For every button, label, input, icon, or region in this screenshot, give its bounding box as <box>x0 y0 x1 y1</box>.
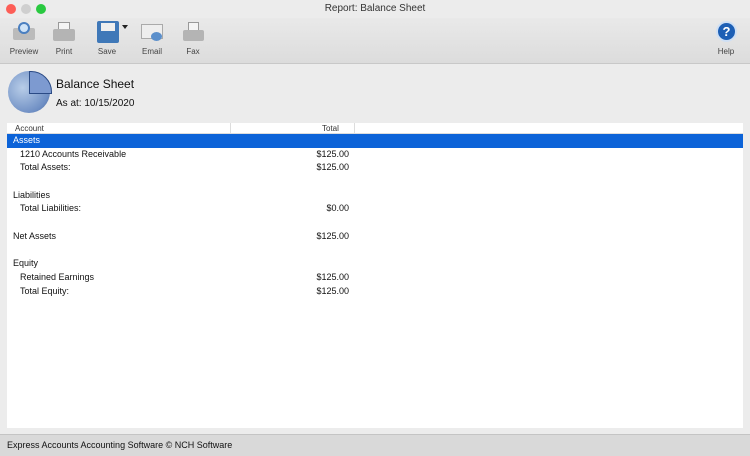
report-table: Account Total Assets 1210 Accounts Receiv… <box>7 123 743 428</box>
table-row[interactable]: Total Liabilities: $0.00 <box>7 202 743 216</box>
title-bar: Report: Balance Sheet <box>0 0 750 18</box>
printer-icon <box>51 20 77 44</box>
chevron-down-icon <box>122 25 128 32</box>
table-row[interactable] <box>7 175 743 189</box>
table-row[interactable] <box>7 216 743 230</box>
table-row[interactable]: Total Equity: $125.00 <box>7 285 743 299</box>
total-cell: $125.00 <box>316 162 349 173</box>
account-cell: Total Equity: <box>20 285 70 296</box>
help-button[interactable]: ? Help <box>706 20 746 56</box>
column-account[interactable]: Account <box>15 124 44 133</box>
total-cell: $125.00 <box>316 271 349 282</box>
close-button[interactable] <box>6 4 16 14</box>
email-button[interactable]: Email <box>132 20 172 56</box>
preview-icon <box>11 20 37 44</box>
table-row[interactable] <box>7 244 743 258</box>
table-row[interactable]: Retained Earnings $125.00 <box>7 271 743 285</box>
table-row[interactable]: Net Assets $125.00 <box>7 230 743 244</box>
column-total[interactable]: Total <box>322 124 339 133</box>
table-row[interactable]: 1210 Accounts Receivable $125.00 <box>7 148 743 162</box>
window-title: Report: Balance Sheet <box>324 3 426 14</box>
table-row[interactable]: Equity <box>7 257 743 271</box>
envelope-icon <box>139 20 165 44</box>
table-row[interactable]: Assets <box>7 134 743 148</box>
zoom-button[interactable] <box>36 4 46 14</box>
table-header: Account Total <box>7 123 743 134</box>
preview-button[interactable]: Preview <box>4 20 44 56</box>
account-cell: Retained Earnings <box>20 271 95 282</box>
pie-chart-icon <box>8 71 52 113</box>
account-cell: Total Assets: <box>20 162 71 173</box>
account-cell: Total Liabilities: <box>20 203 82 214</box>
fax-button[interactable]: Fax <box>173 20 213 56</box>
table-row[interactable]: Total Assets: $125.00 <box>7 161 743 175</box>
total-cell: $125.00 <box>316 285 349 296</box>
total-cell: $125.00 <box>316 148 349 159</box>
account-cell: Equity <box>13 258 39 269</box>
report-header: Balance Sheet As at: 10/15/2020 <box>0 65 750 122</box>
help-icon: ? <box>713 20 739 44</box>
fax-icon <box>180 20 206 44</box>
total-cell: $125.00 <box>316 230 349 241</box>
save-button[interactable]: Save <box>87 20 128 56</box>
print-button[interactable]: Print <box>44 20 84 56</box>
account-cell: 1210 Accounts Receivable <box>20 148 127 159</box>
toolbar: Preview Print Save Email Fax ? Help <box>0 18 750 64</box>
account-cell: Liabilities <box>13 189 51 200</box>
account-cell: Assets <box>13 135 41 145</box>
report-date: As at: 10/15/2020 <box>56 98 135 109</box>
total-cell: $0.00 <box>326 203 349 214</box>
floppy-disk-icon <box>94 20 128 44</box>
report-title: Balance Sheet <box>56 77 135 91</box>
account-cell: Net Assets <box>13 230 57 241</box>
minimize-button[interactable] <box>21 4 31 14</box>
table-row[interactable]: Liabilities <box>7 189 743 203</box>
status-bar: Express Accounts Accounting Software © N… <box>0 434 750 456</box>
